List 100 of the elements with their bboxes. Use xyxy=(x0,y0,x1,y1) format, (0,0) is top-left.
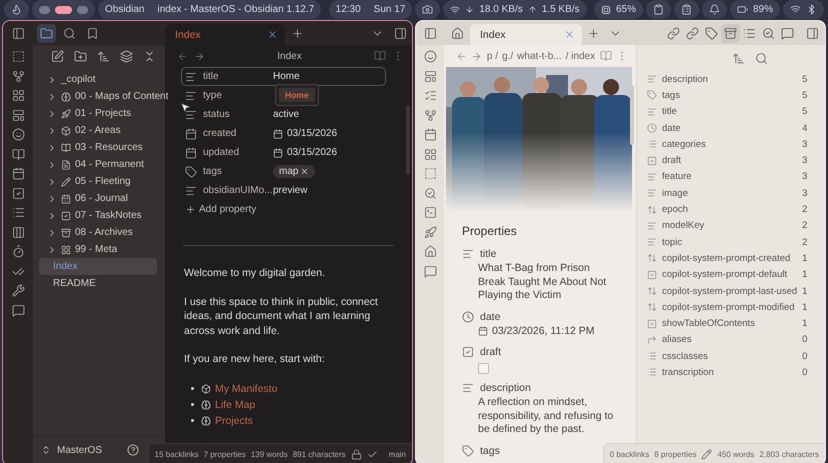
new-note-icon[interactable] xyxy=(50,50,64,63)
chat-icon[interactable] xyxy=(424,264,436,278)
property-name[interactable]: draft xyxy=(662,155,798,166)
tag-chip[interactable]: map xyxy=(273,165,316,178)
search-icon[interactable] xyxy=(762,26,776,40)
property-name[interactable]: epoch xyxy=(662,204,798,216)
folder-item[interactable]: 01 - Projects xyxy=(75,108,132,119)
layers-icon[interactable] xyxy=(120,50,132,63)
property-name[interactable]: feature xyxy=(662,171,798,182)
sidebar-toggle-icon[interactable] xyxy=(424,26,436,40)
columns-icon[interactable] xyxy=(12,226,24,238)
canvas-icon[interactable] xyxy=(12,50,24,63)
property-name[interactable]: modelKey xyxy=(662,220,798,232)
check-icon[interactable] xyxy=(366,448,378,460)
bluetooth-icon[interactable] xyxy=(806,4,817,15)
new-tab-icon[interactable] xyxy=(290,26,304,40)
flame-icon[interactable] xyxy=(11,4,22,15)
search-icon[interactable] xyxy=(424,186,436,200)
folder-item[interactable]: 05 - Fleeting xyxy=(75,176,131,187)
camera-icon[interactable] xyxy=(422,4,434,15)
link-icon[interactable] xyxy=(667,26,680,40)
property-name[interactable]: tags xyxy=(662,90,798,101)
property-name[interactable]: topic xyxy=(662,236,798,248)
chat-icon[interactable] xyxy=(781,26,794,40)
terminal-icon[interactable] xyxy=(424,206,436,219)
grid-icon[interactable] xyxy=(424,148,436,160)
property-row[interactable]: type xyxy=(181,86,274,105)
property-value[interactable]: A reflection on mindset, responsibility, and refusing to be defined by the past. xyxy=(478,396,620,436)
property-name[interactable]: copilot-system-prompt-last-used xyxy=(662,286,798,296)
sidebar-toggle-icon[interactable] xyxy=(12,26,24,40)
property-name[interactable]: showTableOfContents xyxy=(662,318,798,330)
clipboard-list-icon[interactable] xyxy=(680,4,692,15)
sort-icon[interactable] xyxy=(96,50,110,63)
property-value[interactable]: Home xyxy=(273,71,300,82)
book-icon[interactable] xyxy=(374,50,386,62)
help-icon[interactable] xyxy=(127,444,139,456)
property-value[interactable]: active xyxy=(273,109,300,120)
property-row[interactable]: tags map xyxy=(181,162,316,181)
calendar-icon[interactable] xyxy=(12,167,24,180)
link-icon[interactable] xyxy=(686,26,700,40)
vault-name[interactable]: MasterOS xyxy=(57,444,102,456)
property-name[interactable]: date xyxy=(662,122,798,134)
smiley-icon[interactable] xyxy=(12,128,24,141)
property-name[interactable]: copilot-system-prompt-created xyxy=(662,252,798,264)
property-row[interactable]: created 03/15/2026 xyxy=(181,124,338,143)
workspace-switcher[interactable] xyxy=(32,0,95,19)
timer-icon[interactable] xyxy=(12,245,24,258)
bookmark-icon[interactable] xyxy=(86,26,99,40)
property-name[interactable]: categories xyxy=(662,138,798,150)
book-icon[interactable] xyxy=(12,148,24,160)
property-name[interactable]: copilot-system-prompt-default xyxy=(662,269,798,280)
folder-item[interactable]: _copilot xyxy=(61,74,96,85)
breadcrumb-item[interactable]: p / xyxy=(486,50,498,62)
folder-item[interactable]: 07 - TaskNotes xyxy=(75,210,142,221)
archive-icon[interactable] xyxy=(724,26,738,40)
add-property-button[interactable]: Add property xyxy=(199,204,256,215)
property-name[interactable]: copilot-system-prompt-modified xyxy=(662,302,798,313)
bell-icon[interactable] xyxy=(708,4,720,15)
folder-item[interactable]: 03 - Resources xyxy=(75,142,143,153)
layout-icon[interactable] xyxy=(12,108,24,122)
folder-item[interactable]: 08 - Archives xyxy=(75,227,133,238)
breadcrumb-item[interactable]: what-t-b... xyxy=(517,50,562,62)
search-icon[interactable] xyxy=(63,26,76,40)
new-tab-icon[interactable] xyxy=(586,26,600,40)
graph-icon[interactable] xyxy=(424,108,436,122)
home-icon[interactable] xyxy=(424,245,436,258)
calendar-icon[interactable] xyxy=(424,128,436,141)
sidebar-toggle-icon[interactable] xyxy=(394,26,406,40)
rocket-icon[interactable] xyxy=(424,226,436,238)
breadcrumb-item[interactable]: g./ xyxy=(502,50,514,62)
canvas-icon[interactable] xyxy=(424,167,436,180)
sidebar-toggle-icon[interactable] xyxy=(806,26,819,40)
property-value[interactable]: 03/15/2026 xyxy=(287,147,338,158)
property-value[interactable]: 03/15/2026 xyxy=(287,128,338,139)
lock-icon[interactable] xyxy=(350,448,362,460)
smiley-icon[interactable] xyxy=(424,50,436,63)
search-icon[interactable] xyxy=(755,52,768,65)
note-tab[interactable]: Index xyxy=(165,24,285,45)
pencil-icon[interactable] xyxy=(701,448,712,460)
property-name[interactable]: title xyxy=(662,106,798,118)
property-value[interactable]: preview xyxy=(273,185,308,196)
updown-icon[interactable] xyxy=(41,445,51,455)
remove-icon[interactable] xyxy=(300,167,310,176)
property-row[interactable]: obsidianUIMo...preview xyxy=(181,181,308,200)
folder-item[interactable]: 06 - Journal xyxy=(75,193,128,204)
property-name[interactable]: cssclasses xyxy=(662,350,798,362)
breadcrumb-item[interactable]: / index xyxy=(566,50,596,62)
folder-item[interactable]: 04 - Permanent xyxy=(75,159,144,170)
back-arrow-icon[interactable] xyxy=(177,50,188,62)
grid-icon[interactable] xyxy=(12,89,24,102)
checkbox-icon[interactable] xyxy=(12,186,24,200)
property-row[interactable]: updated 03/15/2026 xyxy=(181,143,338,162)
property-value[interactable]: What T-Bag from Prison Break Taught Me About Not Playing the Victim xyxy=(478,262,620,302)
close-icon[interactable] xyxy=(564,29,575,40)
note-link[interactable]: Life Map xyxy=(215,398,256,410)
property-name[interactable]: image xyxy=(662,188,798,199)
property-value[interactable]: 03/23/2026, 11:12 PM xyxy=(492,324,595,338)
folder-item[interactable]: 02 - Areas xyxy=(75,125,121,136)
layout-icon[interactable] xyxy=(424,70,436,82)
property-name[interactable]: description xyxy=(662,74,798,85)
